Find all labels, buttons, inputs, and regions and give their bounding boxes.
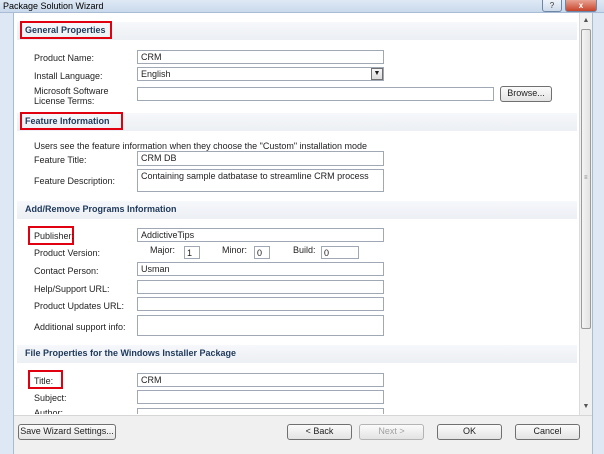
- ok-button[interactable]: OK: [437, 424, 502, 440]
- publisher-field[interactable]: AddictiveTips: [137, 228, 384, 242]
- minor-label: Minor:: [222, 245, 248, 255]
- publisher-label: Publisher:: [34, 231, 75, 241]
- section-title: File Properties for the Windows Installe…: [25, 348, 236, 358]
- browse-button[interactable]: Browse...: [500, 86, 552, 102]
- help-support-url-field[interactable]: [137, 280, 384, 294]
- window-frame-left: [0, 13, 14, 454]
- file-title-field[interactable]: CRM: [137, 373, 384, 387]
- scroll-down-icon[interactable]: ▼: [580, 401, 592, 413]
- author-label: Author:: [34, 408, 64, 414]
- author-field[interactable]: [137, 408, 384, 414]
- section-title: General Properties: [25, 25, 106, 35]
- build-version-field[interactable]: 0: [321, 246, 359, 259]
- section-general-properties: General Properties: [17, 21, 577, 40]
- feature-title-field[interactable]: CRM DB: [137, 151, 384, 166]
- product-name-field[interactable]: CRM: [137, 50, 384, 64]
- help-support-url-label: Help/Support URL:: [34, 284, 110, 294]
- additional-support-info-label: Additional support info:: [34, 322, 126, 332]
- additional-support-info-field[interactable]: [137, 315, 384, 336]
- section-add-remove-programs: Add/Remove Programs Information: [17, 201, 577, 219]
- back-button[interactable]: < Back: [287, 424, 352, 440]
- window-frame-right: [592, 13, 604, 454]
- section-file-properties: File Properties for the Windows Installe…: [17, 345, 577, 363]
- grip-icon: ≡: [584, 175, 588, 181]
- product-version-label: Product Version:: [34, 248, 101, 258]
- subject-field[interactable]: [137, 390, 384, 404]
- cancel-button[interactable]: Cancel: [515, 424, 580, 440]
- section-feature-information: Feature Information: [17, 112, 577, 131]
- subject-label: Subject:: [34, 393, 67, 403]
- window-titlebar: Package Solution Wizard ? x: [0, 0, 604, 13]
- product-updates-url-label: Product Updates URL:: [34, 301, 125, 311]
- section-title: Add/Remove Programs Information: [25, 204, 177, 214]
- contact-person-label: Contact Person:: [34, 266, 99, 276]
- major-label: Major:: [150, 245, 176, 255]
- scroll-up-icon[interactable]: ▲: [580, 15, 592, 27]
- build-label: Build:: [293, 245, 316, 255]
- contact-person-field[interactable]: Usman: [137, 262, 384, 276]
- file-title-label: Title:: [34, 376, 54, 386]
- product-name-label: Product Name:: [34, 53, 95, 63]
- feature-note: Users see the feature information when t…: [34, 141, 368, 151]
- save-wizard-settings-button[interactable]: Save Wizard Settings...: [18, 424, 116, 440]
- feature-title-label: Feature Title:: [34, 155, 87, 165]
- chevron-down-icon[interactable]: ▼: [371, 68, 383, 80]
- install-language-label: Install Language:: [34, 71, 103, 81]
- help-button[interactable]: ?: [542, 0, 562, 12]
- section-title: Feature Information: [25, 116, 110, 126]
- feature-description-label: Feature Description:: [34, 176, 116, 186]
- install-language-select[interactable]: English: [137, 67, 384, 81]
- vertical-scrollbar[interactable]: ▲ ≡ ▼: [579, 13, 592, 415]
- product-updates-url-field[interactable]: [137, 297, 384, 311]
- close-button[interactable]: x: [565, 0, 597, 12]
- feature-description-field[interactable]: Containing sample datbatase to streamlin…: [137, 169, 384, 192]
- window-title: Package Solution Wizard: [3, 1, 104, 11]
- license-terms-field[interactable]: [137, 87, 494, 101]
- license-terms-label: Microsoft Software License Terms:: [34, 86, 109, 106]
- minor-version-field[interactable]: 0: [254, 246, 270, 259]
- major-version-field[interactable]: 1: [184, 246, 200, 259]
- next-button[interactable]: Next >: [359, 424, 424, 440]
- scrollbar-thumb[interactable]: ≡: [581, 29, 591, 329]
